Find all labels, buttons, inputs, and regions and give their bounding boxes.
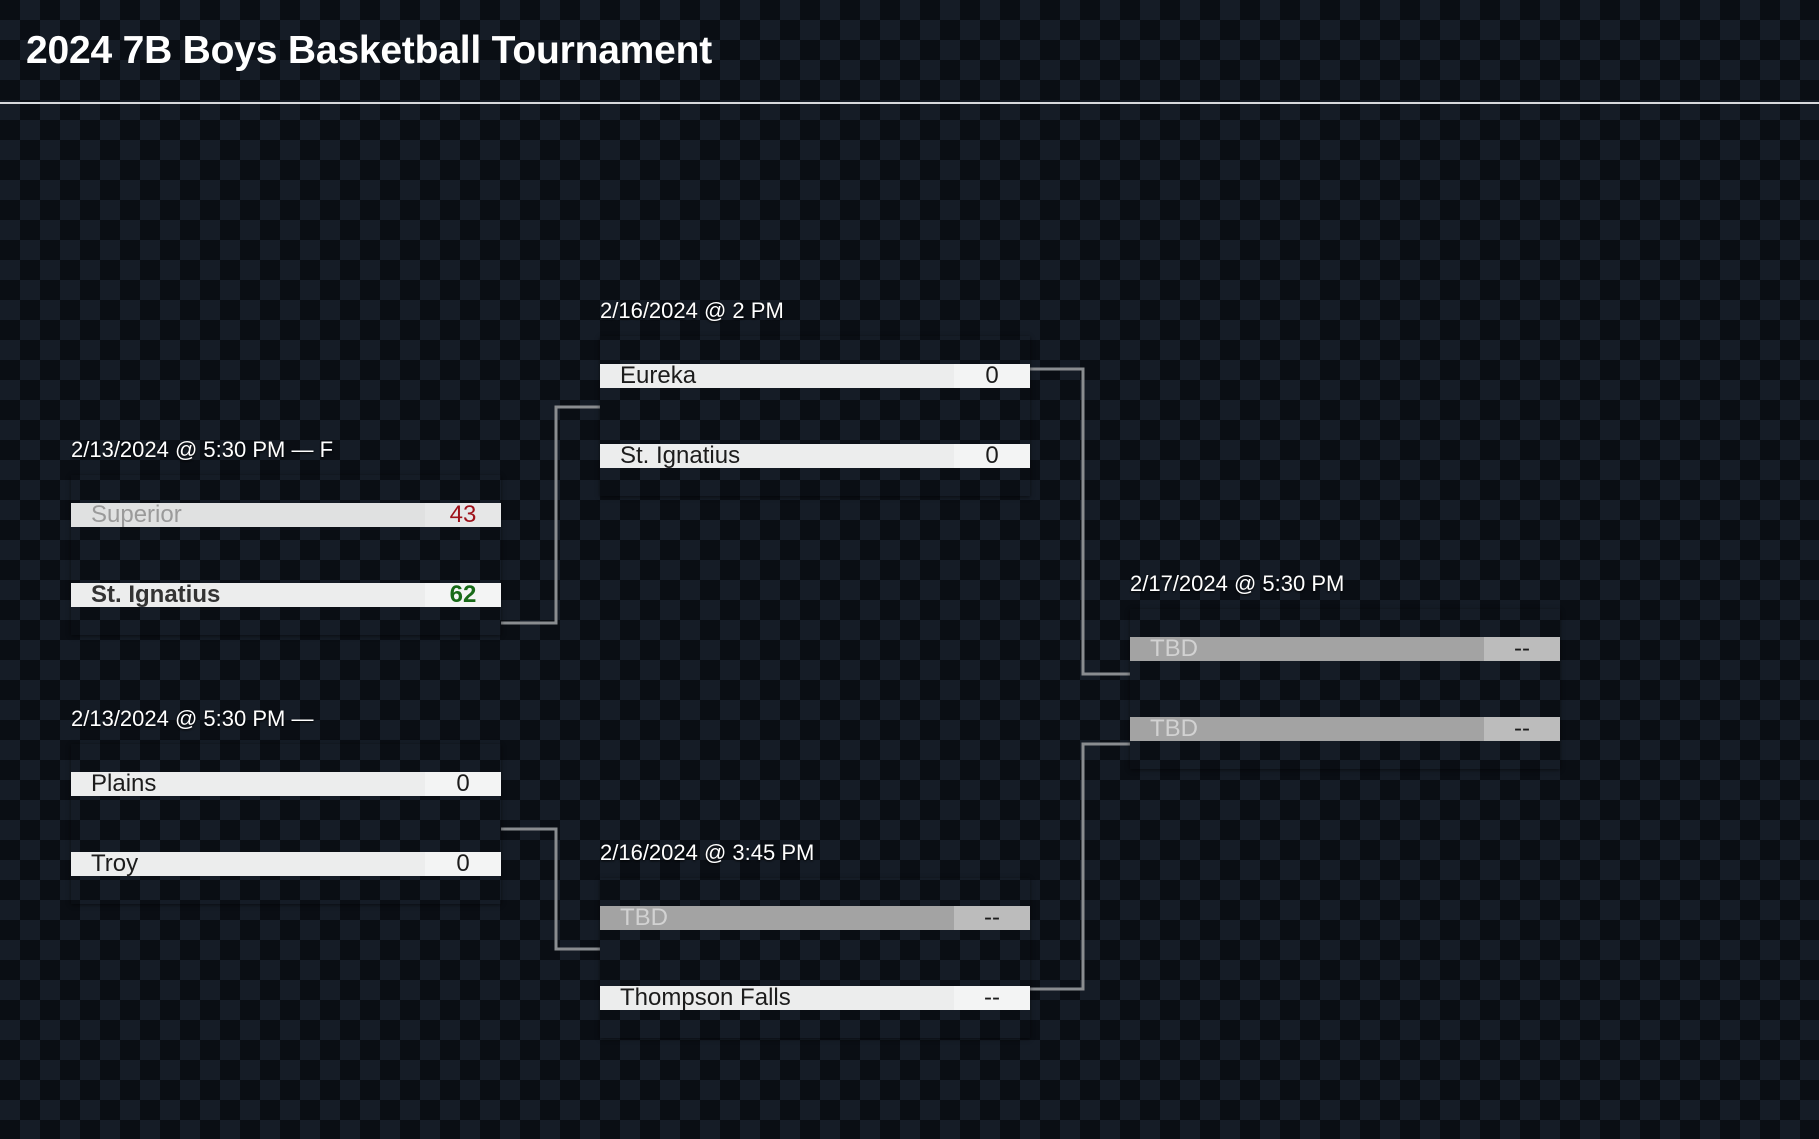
team-row[interactable]: Plains 0 [71,744,501,824]
team-score: 43 [425,503,501,527]
match-box-sf1[interactable]: Superior 43 St. Ignatius 62 [71,475,501,635]
team-score: 0 [425,852,501,876]
match-label-qf1: 2/16/2024 @ 2 PM [600,298,784,323]
team-row[interactable]: St. Ignatius 0 [600,416,1030,496]
match-card-sf1[interactable]: 2/13/2024 @ 5:30 PM — F Superior 43 St. … [71,439,501,635]
connector-sf2-to-qf2 [501,827,600,951]
team-name: TBD [1130,637,1484,661]
team-name: TBD [1130,717,1484,741]
match-label-sf2: 2/13/2024 @ 5:30 PM — [71,706,314,731]
team-row[interactable]: St. Ignatius 62 [71,555,501,635]
match-box-final[interactable]: TBD -- TBD -- [1130,609,1560,769]
team-row[interactable]: TBD -- [600,878,1030,958]
team-row[interactable]: Troy 0 [71,824,501,904]
team-row[interactable]: TBD -- [1130,689,1560,769]
team-name: St. Ignatius [600,444,954,468]
team-score: 0 [954,444,1030,468]
team-score: 0 [425,772,501,796]
match-label-sf1: 2/13/2024 @ 5:30 PM — F [71,437,334,462]
connector-qf1-to-final [1030,367,1130,676]
team-name: St. Ignatius [71,583,425,607]
match-box-qf2[interactable]: TBD -- Thompson Falls -- [600,878,1030,1038]
match-box-qf1[interactable]: Eureka 0 St. Ignatius 0 [600,336,1030,496]
team-score: -- [1484,717,1560,741]
team-score: 0 [954,364,1030,388]
team-name: Plains [71,772,425,796]
team-score: -- [954,906,1030,930]
app-header: 2024 7B Boys Basketball Tournament [0,0,1819,104]
page-title: 2024 7B Boys Basketball Tournament [26,29,713,72]
team-score: -- [954,986,1030,1010]
team-score: -- [1484,637,1560,661]
match-card-qf2[interactable]: 2/16/2024 @ 3:45 PM TBD -- Thompson Fall… [600,842,1030,1038]
match-label-qf2: 2/16/2024 @ 3:45 PM [600,840,815,865]
team-row[interactable]: Thompson Falls -- [600,958,1030,1038]
team-row[interactable]: Eureka 0 [600,336,1030,416]
match-card-final[interactable]: 2/17/2024 @ 5:30 PM TBD -- TBD -- [1130,573,1560,769]
team-score: 62 [425,583,501,607]
match-label-final: 2/17/2024 @ 5:30 PM [1130,571,1345,596]
tournament-bracket: 2/13/2024 @ 5:30 PM — F Superior 43 St. … [0,104,1819,1139]
team-name: Eureka [600,364,954,388]
match-card-qf1[interactable]: 2/16/2024 @ 2 PM Eureka 0 St. Ignatius 0 [600,300,1030,496]
match-box-sf2[interactable]: Plains 0 Troy 0 [71,744,501,904]
team-name: Thompson Falls [600,986,954,1010]
match-card-sf2[interactable]: 2/13/2024 @ 5:30 PM — Plains 0 Troy 0 [71,708,501,904]
team-row[interactable]: TBD -- [1130,609,1560,689]
team-name: Superior [71,503,425,527]
connector-qf2-to-final [1030,742,1130,991]
team-row[interactable]: Superior 43 [71,475,501,555]
team-name: TBD [600,906,954,930]
team-name: Troy [71,852,425,876]
connector-sf1-to-qf1 [501,405,600,625]
